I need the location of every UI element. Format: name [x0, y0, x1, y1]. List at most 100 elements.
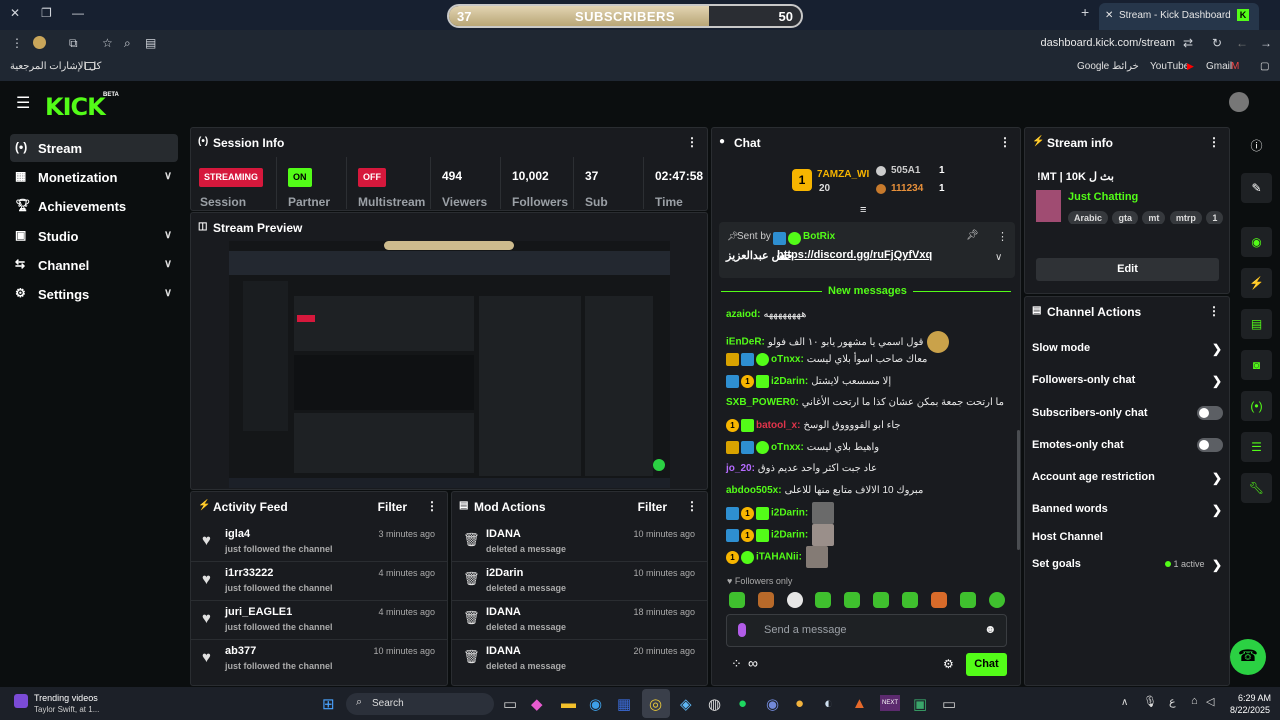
stream-preview-video[interactable] [229, 241, 670, 488]
second-gifter-name[interactable]: 505A1 [891, 165, 920, 176]
more-options-icon[interactable]: ⋮ [999, 135, 1011, 149]
filter-button[interactable]: Filter [378, 500, 407, 514]
emote-icon[interactable] [815, 592, 831, 608]
send-chat-button[interactable]: Chat [966, 653, 1007, 676]
pinned-link[interactable]: https://discord.gg/ruFjQyfVxq [777, 249, 932, 261]
filter-button[interactable]: Filter [638, 500, 667, 514]
terminal-icon[interactable]: ▭ [942, 695, 956, 713]
menu-dots-icon[interactable]: ⋮ [11, 36, 23, 50]
extensions-icon[interactable]: ⧉ [69, 36, 78, 51]
chat-bubble-icon[interactable]: ◙ [1241, 350, 1272, 380]
tag[interactable]: 1 [1206, 211, 1224, 224]
subscribers-only-toggle[interactable] [1197, 406, 1223, 420]
language-indicator[interactable]: ع [1169, 695, 1176, 708]
infinity-icon[interactable]: ∞ [748, 655, 758, 671]
action-followers-only[interactable]: Followers-only chat ❯ [1032, 374, 1222, 388]
notes-icon[interactable]: ▤ [1241, 309, 1272, 339]
zoom-icon[interactable]: ⌕ [124, 36, 131, 51]
broadcast-icon[interactable]: (•) [1241, 391, 1272, 421]
close-tab-icon[interactable]: ✕ [1105, 10, 1113, 21]
mic-tray-icon[interactable]: 🎙︎ [1143, 695, 1157, 708]
emote-icon[interactable] [729, 592, 745, 608]
emoji-icon[interactable]: ☻ [984, 622, 997, 636]
sidebar-item-settings[interactable]: ⚙ Settings ∨ [10, 280, 178, 308]
info-icon[interactable]: ⓘ [1241, 131, 1272, 161]
star-icon[interactable]: ☆ [102, 36, 113, 50]
next-app-icon[interactable]: NEXT [880, 695, 900, 711]
trending-title[interactable]: Trending videos [34, 693, 98, 703]
action-slow-mode[interactable]: Slow mode ❯ [1032, 342, 1222, 356]
close-window-icon[interactable]: ✕ [10, 6, 20, 20]
task-view-icon[interactable]: ▭ [503, 695, 517, 713]
file-explorer-icon[interactable]: ▬ [561, 695, 576, 712]
more-options-icon[interactable]: ⋮ [686, 135, 698, 149]
chat-scrollbar[interactable] [1017, 430, 1020, 550]
chevron-down-icon[interactable]: ∨ [995, 252, 1002, 263]
bookmark-gmail[interactable]: Gmail [1206, 61, 1232, 72]
action-banned-words[interactable]: Banned words ❯ [1032, 503, 1222, 517]
emotes-only-toggle[interactable] [1197, 438, 1223, 452]
back-icon[interactable]: → [1260, 36, 1272, 50]
profile-icon[interactable] [33, 36, 46, 49]
action-account-age[interactable]: Account age restriction ❯ [1032, 471, 1222, 485]
action-host-channel[interactable]: Host Channel [1032, 531, 1103, 543]
browser-tab[interactable]: ✕ Stream - Kick Dashboard K [1099, 3, 1259, 30]
edit-icon[interactable]: ✎ [1241, 173, 1272, 203]
third-gifter-name[interactable]: 111234 [891, 183, 923, 194]
bookmarks-folder-icon[interactable]: ▢ [1260, 61, 1269, 72]
emote-icon[interactable] [960, 592, 976, 608]
top-gifter-name[interactable]: 7AMZA_WI [817, 169, 869, 180]
windows-start-icon[interactable]: ⊞ [322, 695, 335, 713]
action-set-goals[interactable]: Set goals 1 active ❯ [1032, 558, 1222, 572]
emote-icon[interactable] [758, 592, 774, 608]
app-icon[interactable]: ◈ [680, 695, 692, 713]
gear-icon[interactable]: ⚙ [943, 657, 954, 671]
restore-icon[interactable]: ❐ [41, 6, 52, 20]
emote-icon[interactable] [989, 592, 1005, 608]
volume-icon[interactable]: ◁ [1206, 695, 1214, 708]
wrench-icon[interactable]: 🔧︎ [1241, 473, 1272, 503]
minimize-icon[interactable]: — [72, 6, 84, 20]
chat-settings-icon[interactable]: ⁘ [731, 656, 742, 672]
app-icon[interactable]: ● [795, 695, 804, 712]
more-options-icon[interactable]: ⋮ [686, 499, 698, 513]
app-icon[interactable]: ▲ [852, 695, 867, 712]
github-icon[interactable]: ◍ [708, 695, 721, 713]
sidebar-item-stream[interactable]: (•) Stream [10, 134, 178, 162]
sidebar-item-studio[interactable]: ▣ Studio ∨ [10, 222, 178, 250]
store-icon[interactable]: ▦ [617, 695, 631, 713]
new-tab-icon[interactable]: + [1081, 4, 1089, 20]
discord-icon[interactable]: ◉ [766, 695, 779, 713]
more-options-icon[interactable]: ⋮ [1208, 304, 1220, 318]
forward-icon[interactable]: ← [1236, 36, 1248, 50]
network-icon[interactable]: ⌂ [1191, 695, 1198, 707]
mic-icon[interactable] [738, 623, 746, 637]
tag[interactable]: gta [1112, 211, 1138, 224]
sidebar-item-channel[interactable]: ⇆ Channel ∨ [10, 251, 178, 279]
hamburger-icon[interactable]: ☰ [16, 93, 30, 113]
actions-icon[interactable]: ☰ [1241, 432, 1272, 462]
emote-icon[interactable] [873, 592, 889, 608]
user-avatar[interactable] [1229, 92, 1249, 112]
chrome-icon[interactable]: ◎ [649, 695, 662, 713]
site-settings-icon[interactable]: ⇄ [1183, 36, 1193, 50]
emote-icon[interactable] [931, 592, 947, 608]
chat-input[interactable]: Send a message ☻ [726, 614, 1007, 647]
reload-icon[interactable]: ↻ [1212, 36, 1222, 50]
kick-logo[interactable]: KICK [45, 93, 106, 121]
tag[interactable]: Arabic [1068, 211, 1109, 224]
copilot-icon[interactable]: ◆ [531, 695, 543, 713]
more-options-icon[interactable]: ⋮ [1208, 135, 1220, 149]
pinned-author[interactable]: BotRix [803, 231, 835, 242]
category-name[interactable]: Just Chatting [1068, 191, 1138, 203]
unpin-icon[interactable]: 📌︎ [966, 230, 979, 241]
edit-stream-button[interactable]: Edit [1036, 258, 1219, 281]
emote-icon[interactable] [844, 592, 860, 608]
emote-icon[interactable] [902, 592, 918, 608]
preview-toggle-icon[interactable]: ◉ [1241, 227, 1272, 257]
more-options-icon[interactable]: ⋮ [997, 230, 1008, 243]
more-options-icon[interactable]: ⋮ [426, 499, 438, 513]
sidebar-item-achievements[interactable]: 🏆︎ Achievements [10, 192, 178, 220]
translate-icon[interactable]: ▤ [145, 36, 156, 50]
tray-chevron-icon[interactable]: ∧ [1121, 697, 1128, 708]
